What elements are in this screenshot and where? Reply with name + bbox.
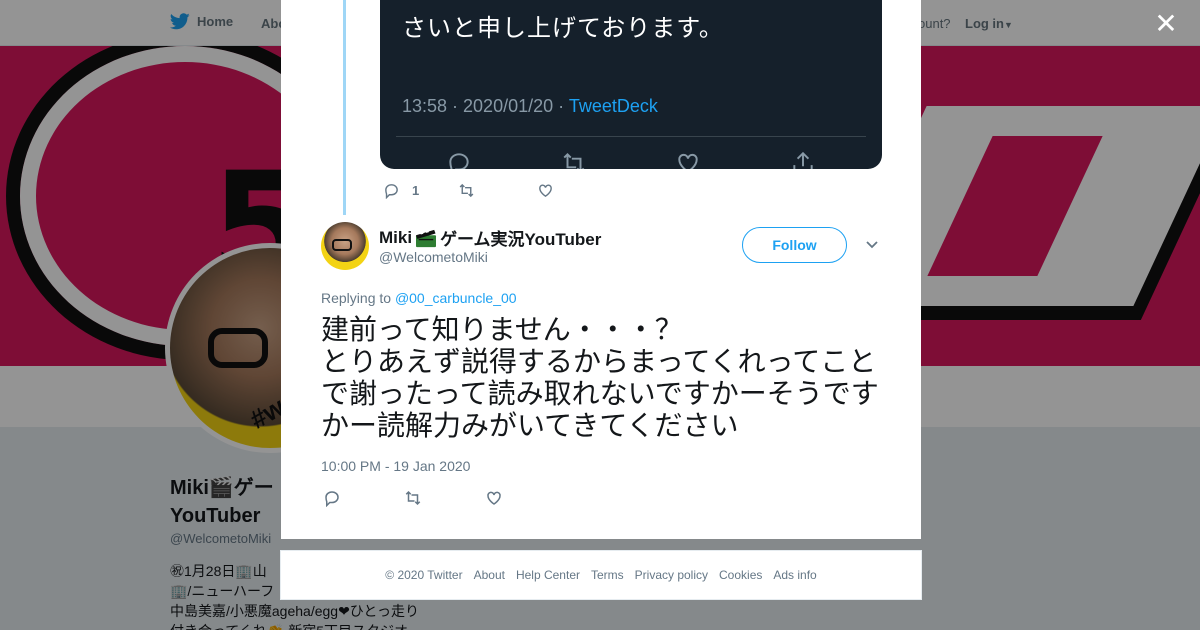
quoted-tweet-time: 13:58 · 2020/01/20 · bbox=[402, 96, 569, 116]
footer-link-help-center[interactable]: Help Center bbox=[516, 568, 580, 582]
follow-button[interactable]: Follow bbox=[742, 227, 847, 263]
like-icon[interactable] bbox=[485, 489, 503, 507]
reply-icon bbox=[385, 184, 398, 199]
replying-to: Replying to @00_carbuncle_00 bbox=[321, 290, 517, 306]
tweet-text: 建前って知りません・・・？ とりあえず説得するからまってくれってことで謝ったって… bbox=[321, 313, 879, 442]
quoted-actions bbox=[446, 150, 816, 169]
previous-tweet-actions: 1 bbox=[383, 182, 554, 199]
clapperboard-icon bbox=[416, 229, 437, 247]
chevron-down-icon[interactable] bbox=[864, 236, 880, 252]
tweet-author-handle[interactable]: @WelcometoMiki bbox=[379, 249, 488, 265]
thread-connector-line bbox=[343, 0, 346, 215]
avatar-glasses-graphic bbox=[332, 239, 352, 251]
share-icon bbox=[793, 151, 813, 169]
quoted-tweet-screenshot[interactable]: さいと申し上げております。 13:58 · 2020/01/20 · Tweet… bbox=[380, 0, 882, 169]
reply-icon[interactable] bbox=[323, 489, 341, 507]
close-icon[interactable]: ✕ bbox=[1152, 10, 1180, 38]
tweet-author-avatar[interactable] bbox=[321, 222, 369, 270]
tweet-actions bbox=[323, 489, 503, 507]
quoted-tweet-meta: 13:58 · 2020/01/20 · TweetDeck bbox=[402, 96, 658, 117]
like-icon bbox=[539, 184, 553, 198]
footer-copyright: © 2020 Twitter bbox=[385, 568, 463, 582]
reply-count: 1 bbox=[412, 183, 420, 198]
like-icon bbox=[678, 153, 698, 169]
quoted-divider bbox=[396, 136, 866, 137]
reply-icon bbox=[449, 153, 469, 169]
footer-link-terms[interactable]: Terms bbox=[591, 568, 624, 582]
tweet-author-name[interactable]: Miki ゲーム実況YouTuber bbox=[379, 225, 601, 250]
footer-link-cookies[interactable]: Cookies bbox=[719, 568, 762, 582]
retweet-icon[interactable] bbox=[403, 489, 423, 507]
quoted-tweet-source: TweetDeck bbox=[568, 96, 658, 116]
retweet-icon bbox=[459, 183, 474, 198]
retweet-icon bbox=[563, 152, 584, 169]
author-name-text: Miki bbox=[379, 227, 413, 247]
tweet-timestamp[interactable]: 10:00 PM - 19 Jan 2020 bbox=[321, 458, 470, 474]
footer-link-ads-info[interactable]: Ads info bbox=[773, 568, 816, 582]
footer-link-privacy[interactable]: Privacy policy bbox=[635, 568, 708, 582]
tweet-modal: さいと申し上げております。 13:58 · 2020/01/20 · Tweet… bbox=[281, 0, 921, 539]
retweet-button[interactable] bbox=[457, 182, 476, 199]
replying-prefix: Replying to bbox=[321, 290, 395, 306]
like-button[interactable] bbox=[537, 182, 554, 199]
modal-footer: © 2020 Twitter About Help Center Terms P… bbox=[280, 550, 922, 600]
replying-to-link[interactable]: @00_carbuncle_00 bbox=[395, 290, 517, 306]
footer-link-about[interactable]: About bbox=[474, 568, 505, 582]
reply-button[interactable]: 1 bbox=[383, 182, 419, 199]
author-name-suffix: ゲーム実況YouTuber bbox=[440, 230, 602, 249]
quoted-tweet-text: さいと申し上げております。 bbox=[402, 15, 724, 42]
